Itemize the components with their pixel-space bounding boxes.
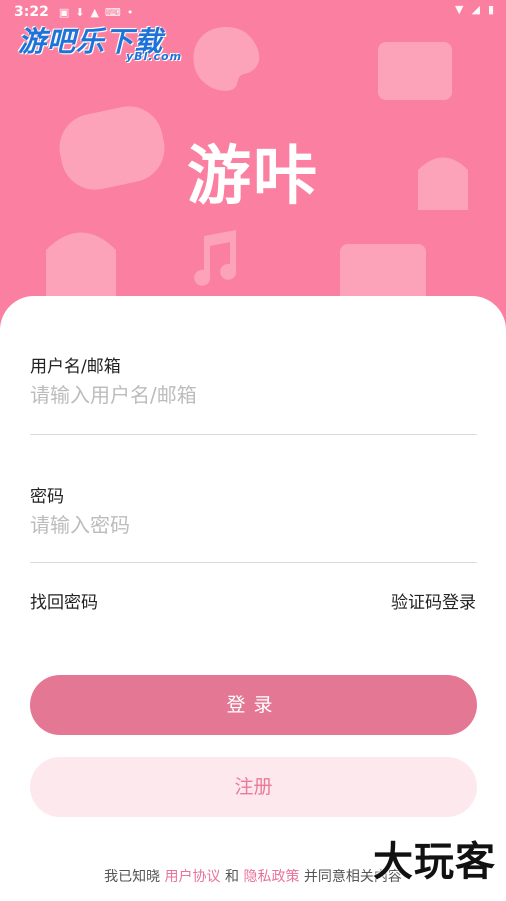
forgot-password-link[interactable]: 找回密码 bbox=[30, 588, 98, 613]
app-icon: ▲ bbox=[90, 5, 99, 19]
login-button[interactable]: 登录 bbox=[30, 675, 477, 735]
status-time: 3:22 bbox=[14, 4, 49, 20]
sms-login-link[interactable]: 验证码登录 bbox=[391, 588, 476, 613]
android-icon: ▣ bbox=[58, 5, 70, 19]
username-label: 用户名/邮箱 bbox=[30, 357, 121, 377]
user-agreement-link[interactable]: 用户协议 bbox=[165, 869, 221, 885]
wifi-icon: ▼ bbox=[455, 3, 464, 16]
video-icon bbox=[378, 42, 452, 100]
password-field: 密码 bbox=[30, 482, 477, 537]
agreement-prefix: 我已知晓 bbox=[104, 869, 161, 885]
password-input[interactable] bbox=[30, 513, 477, 537]
watermark-bottom: 大玩客 bbox=[373, 839, 496, 885]
brand-watermark: 游吧乐下载 yBl.com bbox=[18, 20, 181, 63]
keyboard-icon: ⌨ bbox=[104, 5, 121, 19]
username-field: 用户名/邮箱 bbox=[30, 352, 477, 407]
palette-icon bbox=[193, 27, 260, 91]
cake-icon-2 bbox=[46, 232, 116, 302]
username-divider bbox=[30, 434, 477, 435]
agreement-and: 和 bbox=[225, 869, 239, 885]
signal-icon: ◢ bbox=[471, 3, 480, 16]
download-icon: ⬇ bbox=[75, 5, 85, 19]
brand-domain: yBl.com bbox=[126, 50, 183, 63]
app-title: 游咔 bbox=[187, 140, 319, 214]
dot-icon: • bbox=[126, 5, 134, 19]
header-hero: 3:22 ▣ ⬇ ▲ ⌨ • ▼ ◢ ▮ 游吧乐下载 yBl.com 游咔 bbox=[0, 0, 506, 330]
battery-icon: ▮ bbox=[487, 3, 494, 16]
password-label: 密码 bbox=[30, 487, 64, 507]
password-divider bbox=[30, 562, 477, 563]
privacy-policy-link[interactable]: 隐私政策 bbox=[243, 869, 299, 885]
register-button[interactable]: 注册 bbox=[30, 757, 477, 817]
username-input[interactable] bbox=[30, 383, 477, 407]
music-note-icon bbox=[194, 230, 237, 286]
